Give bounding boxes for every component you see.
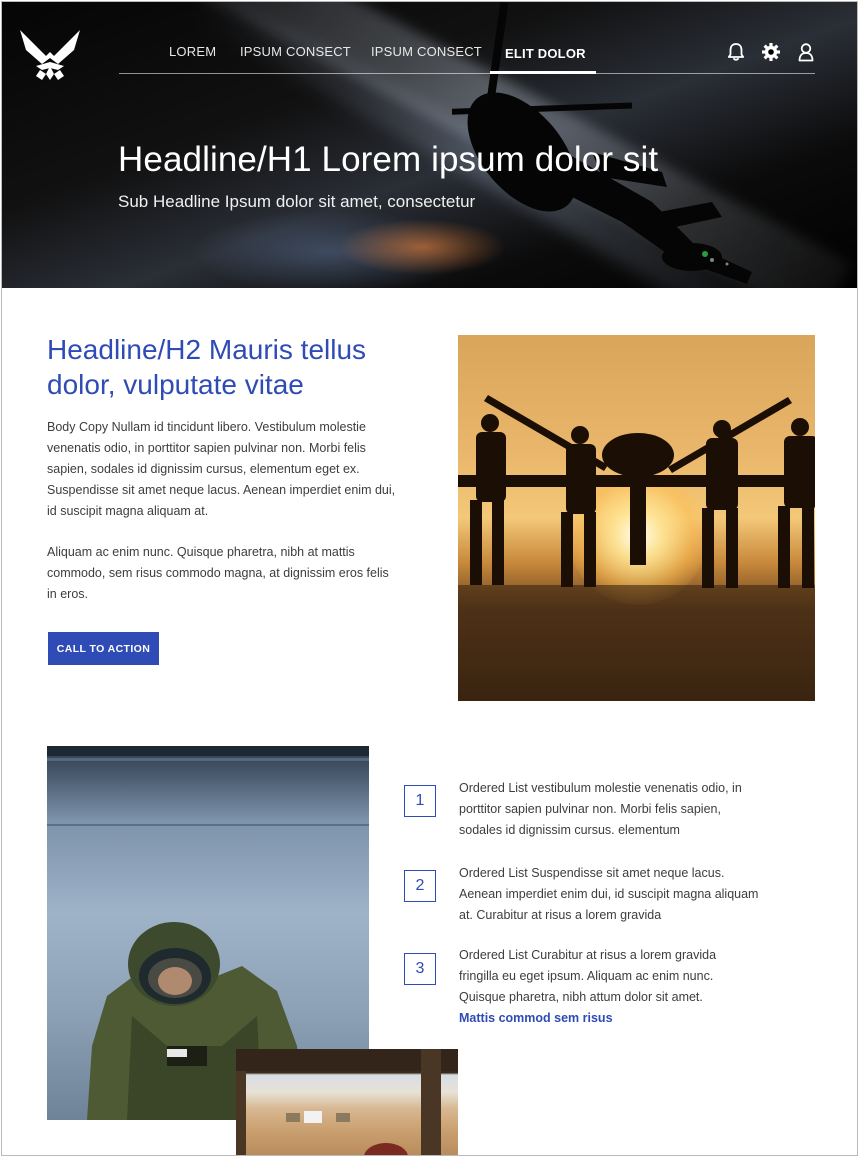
- section-headline-line-1: Headline/H2 Mauris tellus: [47, 334, 367, 365]
- desert-road-photo: [236, 1049, 458, 1155]
- bell-icon[interactable]: [726, 42, 746, 62]
- section-headline: Headline/H2 Mauris tellus dolor, vulputa…: [47, 332, 417, 402]
- nav-item-ipsum-consect[interactable]: IPSUM CONSECT: [240, 44, 351, 59]
- nav-item-ipsum-consect-2[interactable]: IPSUM CONSECT: [371, 44, 482, 59]
- body-copy-paragraph-2: Aliquam ac enim nunc. Quisque pharetra, …: [47, 545, 389, 601]
- ordered-list-item-3: Ordered List Curabitur at risus a lorem …: [459, 945, 759, 1029]
- drone-sunset-photo: [458, 335, 815, 701]
- hero-banner: LOREM IPSUM CONSECT IPSUM CONSECT ELIT D…: [2, 2, 857, 288]
- hero-headline: Headline/H1 Lorem ipsum dolor sit: [118, 140, 659, 179]
- call-to-action-button[interactable]: CALL TO ACTION: [48, 632, 159, 665]
- user-icon[interactable]: [796, 42, 816, 62]
- ordered-list-item-3-text: Ordered List Curabitur at risus a lorem …: [459, 948, 717, 1004]
- mattis-commod-link[interactable]: Mattis commod sem risus: [459, 1008, 759, 1029]
- page-frame: LOREM IPSUM CONSECT IPSUM CONSECT ELIT D…: [1, 1, 858, 1156]
- gear-icon[interactable]: [761, 42, 781, 62]
- main-navigation: LOREM IPSUM CONSECT IPSUM CONSECT ELIT D…: [119, 2, 815, 74]
- nav-item-lorem[interactable]: LOREM: [169, 44, 216, 59]
- body-copy-paragraph-1: Body Copy Nullam id tincidunt libero. Ve…: [47, 420, 396, 518]
- section-headline-line-2: dolor, vulputate vitae: [47, 369, 304, 400]
- ordered-list-number-1: 1: [404, 785, 436, 817]
- ordered-list-item-2: Ordered List Suspendisse sit amet neque …: [459, 866, 759, 922]
- ordered-list-number-2: 2: [404, 870, 436, 902]
- nav-item-elit-dolor[interactable]: ELIT DOLOR: [505, 46, 586, 61]
- ordered-list-item-1: Ordered List vestibulum molestie venenat…: [459, 781, 742, 837]
- active-nav-indicator: [490, 71, 596, 74]
- air-force-logo[interactable]: [18, 26, 82, 82]
- hero-subheadline: Sub Headline Ipsum dolor sit amet, conse…: [118, 192, 476, 211]
- ordered-list-number-3: 3: [404, 953, 436, 985]
